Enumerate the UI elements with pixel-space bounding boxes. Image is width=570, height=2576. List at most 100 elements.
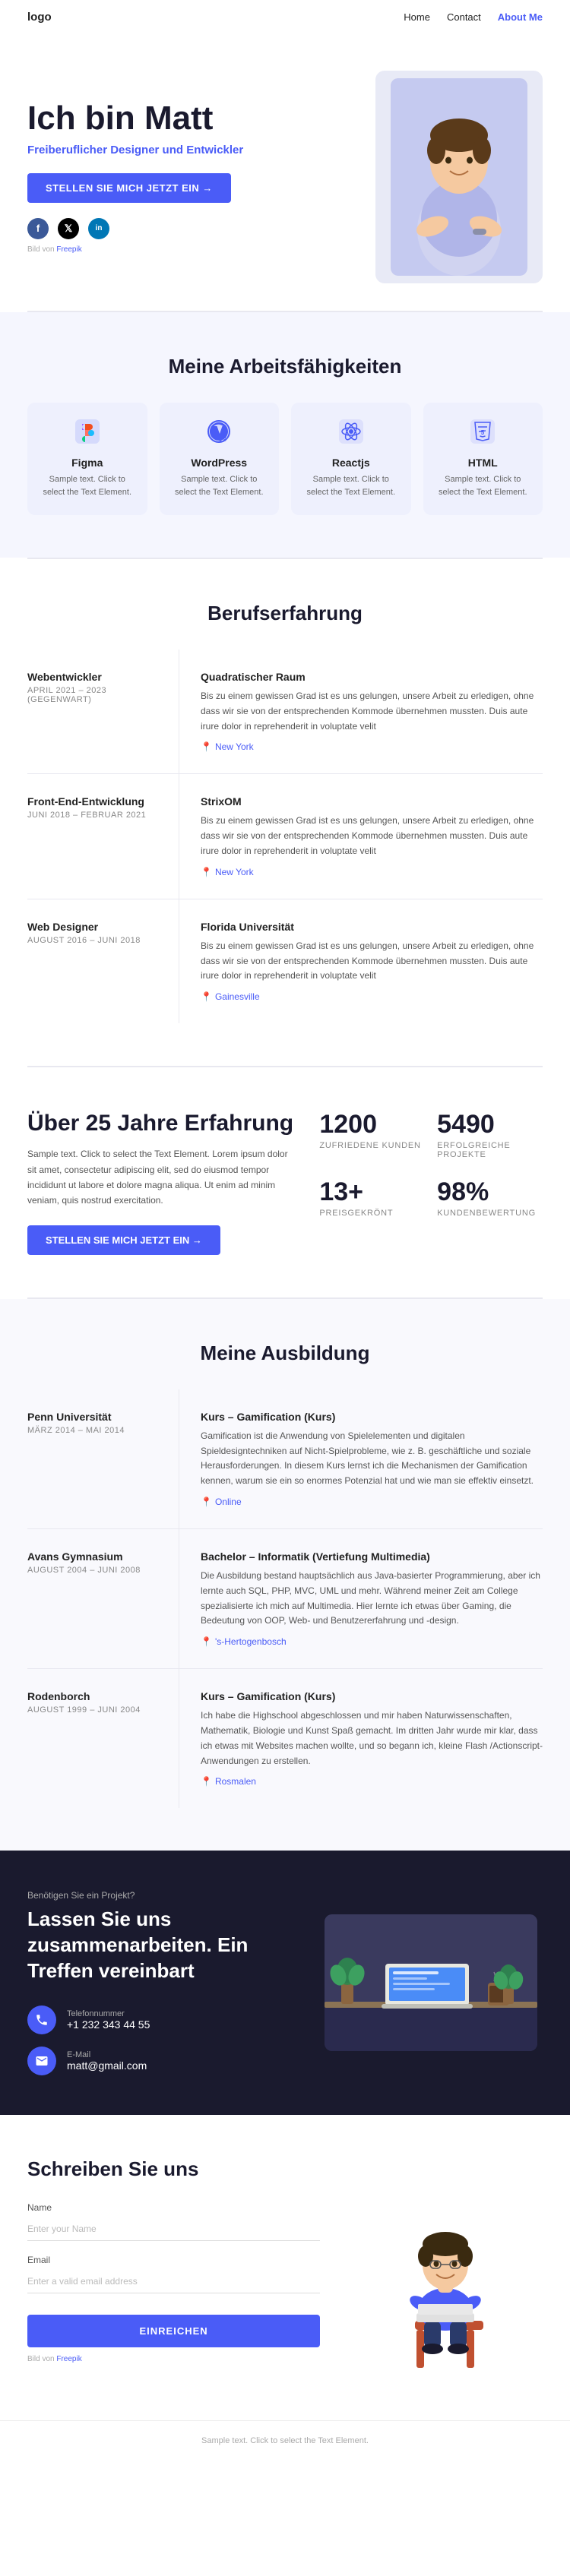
- pin-icon-1: 📍: [201, 741, 212, 752]
- hero-title: Ich bin Matt: [27, 100, 360, 137]
- skill-card-react: Reactjs Sample text. Click to select the…: [291, 403, 411, 515]
- react-skill-desc[interactable]: Sample text. Click to select the Text El…: [303, 473, 399, 498]
- stat-number-2: 5490: [437, 1110, 543, 1139]
- education-section: Meine Ausbildung Penn Universität MÄRZ 2…: [0, 1299, 570, 1851]
- edu-left-1: Penn Universität MÄRZ 2014 – MAI 2014: [27, 1389, 179, 1528]
- exp-job-title-2: Front-End-Entwicklung: [27, 795, 163, 808]
- exp-job-title-3: Web Designer: [27, 921, 163, 933]
- html-skill-name: HTML: [435, 457, 531, 469]
- edu-desc-2: Die Ausbildung bestand hauptsächlich aus…: [201, 1569, 543, 1629]
- stat-item-3: 13+ PREISGEKRÖNT: [319, 1177, 425, 1218]
- react-skill-name: Reactjs: [303, 457, 399, 469]
- nav-link-about[interactable]: About Me: [498, 11, 543, 23]
- edu-location-2[interactable]: 📍 's-Hertogenbosch: [201, 1636, 543, 1647]
- facebook-icon[interactable]: f: [27, 218, 49, 239]
- contact-banner-section: Benötigen Sie ein Projekt? Lassen Sie un…: [0, 1851, 570, 2114]
- exp-location-1[interactable]: 📍 New York: [201, 741, 543, 752]
- form-title: Schreiben Sie uns: [27, 2157, 320, 2181]
- stat-item-1: 1200 ZUFRIEDENE KUNDEN: [319, 1110, 425, 1159]
- hero-section: Ich bin Matt Freiberuflicher Designer un…: [0, 34, 570, 311]
- stat-item-2: 5490 ERFOLGREICHE PROJEKTE: [437, 1110, 543, 1159]
- edu-right-3: Kurs – Gamification (Kurs) Ich habe die …: [179, 1669, 543, 1808]
- edu-left-2: Avans Gymnasium AUGUST 2004 – JUNI 2008: [27, 1529, 179, 1668]
- edu-school-2: Avans Gymnasium: [27, 1550, 163, 1563]
- form-name-input[interactable]: [27, 2217, 320, 2241]
- edu-pin-icon-3: 📍: [201, 1776, 212, 1787]
- hero-text: Ich bin Matt Freiberuflicher Designer un…: [27, 100, 360, 253]
- exp-company-3: Florida Universität: [201, 921, 543, 933]
- contact-phone-text: Telefonnummer +1 232 343 44 55: [67, 2009, 150, 2031]
- edu-desc-3: Ich habe die Highschool abgeschlossen un…: [201, 1708, 543, 1768]
- edu-right-1: Kurs – Gamification (Kurs) Gamification …: [179, 1389, 543, 1528]
- html-skill-desc[interactable]: Sample text. Click to select the Text El…: [435, 473, 531, 498]
- hero-subtitle: Freiberuflicher Designer und Entwickler: [27, 144, 360, 156]
- skill-card-figma: Figma Sample text. Click to select the T…: [27, 403, 147, 515]
- stat-number-4: 98%: [437, 1177, 543, 1207]
- contact-banner-title: Lassen Sie uns zusammenarbeiten. Ein Tre…: [27, 1907, 295, 1983]
- exp-date-2: JUNI 2018 – FEBRUAR 2021: [27, 811, 163, 820]
- contact-items: Telefonnummer +1 232 343 44 55 E-Mail ma…: [27, 2005, 295, 2075]
- edu-location-3[interactable]: 📍 Rosmalen: [201, 1776, 543, 1787]
- exp-company-1: Quadratischer Raum: [201, 671, 543, 683]
- form-email-label: Email: [27, 2255, 320, 2265]
- twitter-icon[interactable]: 𝕏: [58, 218, 79, 239]
- edu-date-3: AUGUST 1999 – JUNI 2004: [27, 1705, 163, 1715]
- stats-cta-button[interactable]: STELLEN SIE MICH JETZT EIN →: [27, 1225, 220, 1255]
- form-email-group: Email: [27, 2255, 320, 2293]
- exp-location-2[interactable]: 📍 New York: [201, 867, 543, 877]
- experience-title: Berufserfahrung: [27, 602, 543, 625]
- edu-location-1[interactable]: 📍 Online: [201, 1497, 543, 1507]
- exp-location-3[interactable]: 📍 Gainesville: [201, 991, 543, 1002]
- stats-headline: Über 25 Jahre Erfahrung: [27, 1110, 295, 1137]
- exp-right-2: StrixOM Bis zu einem gewissen Grad ist e…: [179, 774, 543, 898]
- edu-course-2: Bachelor – Informatik (Vertiefung Multim…: [201, 1550, 543, 1563]
- form-email-input[interactable]: [27, 2269, 320, 2293]
- contact-phone-item: Telefonnummer +1 232 343 44 55: [27, 2005, 295, 2034]
- email-icon-circle: [27, 2047, 56, 2075]
- stat-number-3: 13+: [319, 1177, 425, 1207]
- skill-card-wordpress: WordPress Sample text. Click to select t…: [160, 403, 280, 515]
- skill-card-html: 5 HTML Sample text. Click to select the …: [423, 403, 543, 515]
- edu-school-1: Penn Universität: [27, 1411, 163, 1423]
- experience-section: Berufserfahrung Webentwickler APRIL 2021…: [0, 559, 570, 1066]
- exp-desc-1: Bis zu einem gewissen Grad ist es uns ge…: [201, 689, 543, 734]
- figma-skill-desc[interactable]: Sample text. Click to select the Text El…: [40, 473, 135, 498]
- nav-link-contact[interactable]: Contact: [447, 11, 481, 23]
- skills-title: Meine Arbeitsfähigkeiten: [27, 355, 543, 378]
- desk-scene-illustration: [325, 1914, 537, 2051]
- exp-date-1: APRIL 2021 – 2023 (GEGENWART): [27, 686, 163, 704]
- hero-freepik-link[interactable]: Freepik: [56, 245, 81, 254]
- exp-date-3: AUGUST 2016 – JUNI 2018: [27, 936, 163, 945]
- hero-image-credit: Bild von Freepik: [27, 245, 360, 254]
- stats-desc: Sample text. Click to select the Text El…: [27, 1146, 295, 1209]
- email-icon: [35, 2054, 49, 2068]
- exp-left-2: Front-End-Entwicklung JUNI 2018 – FEBRUA…: [27, 774, 179, 898]
- exp-left-1: Webentwickler APRIL 2021 – 2023 (GEGENWA…: [27, 650, 179, 773]
- form-submit-button[interactable]: EINREICHEN: [27, 2315, 320, 2347]
- edu-course-3: Kurs – Gamification (Kurs): [201, 1690, 543, 1702]
- edu-pin-icon-2: 📍: [201, 1636, 212, 1647]
- footer: Sample text. Click to select the Text El…: [0, 2420, 570, 2461]
- contact-tag: Benötigen Sie ein Projekt?: [27, 1890, 295, 1901]
- contact-banner-left: Benötigen Sie ein Projekt? Lassen Sie un…: [27, 1890, 295, 2075]
- nav-link-home[interactable]: Home: [404, 11, 430, 23]
- html-icon: 5: [435, 419, 531, 449]
- linkedin-icon[interactable]: in: [88, 218, 109, 239]
- form-freepik-link[interactable]: Freepik: [56, 2355, 81, 2363]
- education-title: Meine Ausbildung: [27, 1342, 543, 1365]
- pin-icon-2: 📍: [201, 867, 212, 877]
- wordpress-skill-desc[interactable]: Sample text. Click to select the Text El…: [172, 473, 268, 498]
- exp-left-3: Web Designer AUGUST 2016 – JUNI 2018: [27, 899, 179, 1023]
- form-image-credit: Bild von Freepik: [27, 2355, 320, 2363]
- edu-date-1: MÄRZ 2014 – MAI 2014: [27, 1426, 163, 1435]
- stat-label-1: ZUFRIEDENE KUNDEN: [319, 1141, 425, 1150]
- skills-grid: Figma Sample text. Click to select the T…: [27, 403, 543, 515]
- wordpress-skill-name: WordPress: [172, 457, 268, 469]
- hero-image: [375, 71, 543, 283]
- edu-school-3: Rodenborch: [27, 1690, 163, 1702]
- education-grid: Penn Universität MÄRZ 2014 – MAI 2014 Ku…: [27, 1389, 543, 1809]
- social-icons: f 𝕏 in: [27, 218, 360, 239]
- hero-cta-button[interactable]: STELLEN SIE MICH JETZT EIN →: [27, 173, 231, 203]
- nav-logo[interactable]: logo: [27, 11, 52, 24]
- form-left: Schreiben Sie uns Name Email EINREICHEN …: [27, 2157, 320, 2363]
